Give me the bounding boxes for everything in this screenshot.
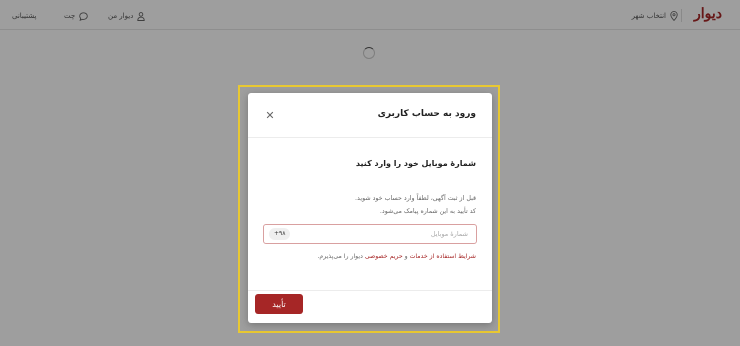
dialog-body: شمارهٔ موبایل خود را وارد کنید قبل از ثب… bbox=[248, 138, 492, 290]
close-icon: ✕ bbox=[265, 108, 275, 122]
privacy-policy-link[interactable]: حریم خصوصی bbox=[365, 253, 403, 260]
terms-of-service-link[interactable]: شرایط استفاده از خدمات bbox=[410, 253, 476, 260]
dialog-header: ورود به حساب کاربری ✕ bbox=[248, 93, 492, 138]
dialog-title: ورود به حساب کاربری bbox=[377, 109, 476, 119]
description-line-2: کد تأیید به این شماره پیامک می‌شود. bbox=[379, 208, 476, 215]
close-button[interactable]: ✕ bbox=[264, 108, 276, 122]
phone-prompt-heading: شمارهٔ موبایل خود را وارد کنید bbox=[355, 159, 476, 168]
phone-number-input[interactable] bbox=[298, 225, 468, 243]
phone-number-field[interactable]: +۹۸ bbox=[263, 224, 477, 244]
confirm-button[interactable]: تأیید bbox=[255, 294, 303, 314]
terms-connector: و bbox=[402, 253, 410, 260]
login-description: قبل از ثبت آگهی، لطفاً وارد حساب خود شوی… bbox=[355, 192, 476, 218]
login-dialog: ورود به حساب کاربری ✕ شمارهٔ موبایل خود … bbox=[248, 93, 492, 323]
terms-suffix: دیوار را می‌پذیرم. bbox=[317, 253, 365, 260]
dialog-footer: تأیید bbox=[248, 290, 492, 323]
country-code-badge: +۹۸ bbox=[269, 228, 291, 240]
description-line-1: قبل از ثبت آگهی، لطفاً وارد حساب خود شوی… bbox=[355, 195, 476, 202]
terms-agreement: شرایط استفاده از خدمات و حریم خصوصی دیوا… bbox=[317, 253, 476, 260]
